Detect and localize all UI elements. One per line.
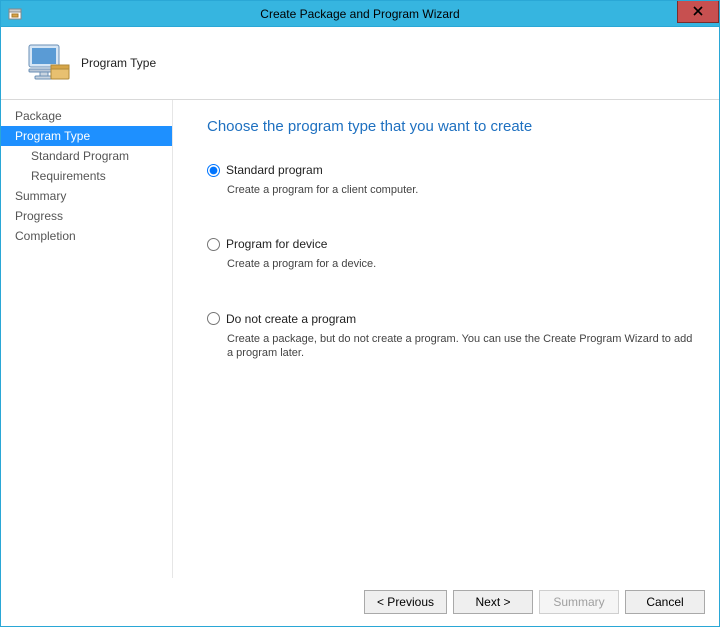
radio-program-for-device[interactable] [207, 238, 220, 251]
summary-button: Summary [539, 590, 619, 614]
option-program-for-device: Program for device Create a program for … [207, 237, 697, 271]
previous-button[interactable]: < Previous [364, 590, 447, 614]
wizard-header: Program Type [1, 27, 719, 99]
wizard-footer: < Previous Next > Summary Cancel [1, 578, 719, 626]
page-title: Program Type [81, 56, 156, 70]
content-heading: Choose the program type that you want to… [207, 118, 697, 135]
option-do-not-create: Do not create a program Create a package… [207, 312, 697, 361]
option-program-for-device-row[interactable]: Program for device [207, 237, 697, 251]
radio-do-not-create[interactable] [207, 312, 220, 325]
option-do-not-create-desc: Create a package, but do not create a pr… [227, 332, 697, 361]
option-standard-program-label: Standard program [226, 163, 323, 177]
nav-item-requirements[interactable]: Requirements [1, 166, 172, 186]
option-do-not-create-label: Do not create a program [226, 312, 356, 326]
nav-item-progress[interactable]: Progress [1, 206, 172, 226]
close-icon [693, 4, 703, 19]
wizard-content: Choose the program type that you want to… [173, 100, 719, 578]
computer-icon [23, 39, 71, 87]
option-standard-program-row[interactable]: Standard program [207, 163, 697, 177]
radio-standard-program[interactable] [207, 164, 220, 177]
wizard-window: Create Package and Program Wizard Progra… [0, 0, 720, 627]
nav-item-program-type[interactable]: Program Type [1, 126, 172, 146]
nav-item-package[interactable]: Package [1, 106, 172, 126]
window-close-button[interactable] [677, 1, 719, 23]
window-title: Create Package and Program Wizard [1, 7, 719, 21]
option-standard-program-desc: Create a program for a client computer. [227, 183, 697, 197]
nav-item-standard-program[interactable]: Standard Program [1, 146, 172, 166]
wizard-body: Package Program Type Standard Program Re… [1, 100, 719, 578]
window-sys-icon [7, 6, 23, 22]
cancel-button[interactable]: Cancel [625, 590, 705, 614]
option-standard-program: Standard program Create a program for a … [207, 163, 697, 197]
next-button[interactable]: Next > [453, 590, 533, 614]
titlebar: Create Package and Program Wizard [1, 1, 719, 27]
nav-item-completion[interactable]: Completion [1, 226, 172, 246]
option-do-not-create-row[interactable]: Do not create a program [207, 312, 697, 326]
wizard-nav: Package Program Type Standard Program Re… [1, 100, 173, 578]
option-program-for-device-label: Program for device [226, 237, 327, 251]
nav-item-summary[interactable]: Summary [1, 186, 172, 206]
option-program-for-device-desc: Create a program for a device. [227, 257, 697, 271]
